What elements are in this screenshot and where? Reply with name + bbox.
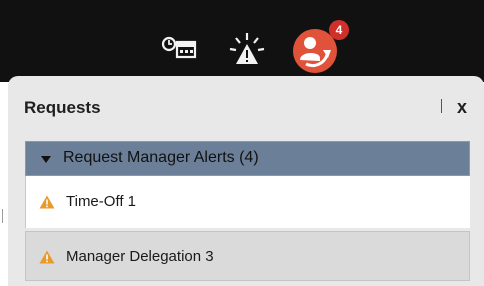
warning-icon (39, 250, 55, 264)
schedule-icon[interactable] (161, 36, 197, 60)
list-item-label: Time-Off 1 (66, 193, 137, 210)
list-item[interactable]: Manager Delegation 3 (25, 231, 470, 281)
list-item-label: Manager Delegation 3 (66, 248, 214, 265)
alert-icon[interactable] (227, 30, 267, 70)
requests-count-badge: 4 (329, 20, 349, 40)
header-divider (441, 99, 442, 113)
panel-title: Requests (24, 98, 101, 117)
left-edge-marker (2, 209, 3, 223)
list-item[interactable]: Time-Off 1 (25, 176, 470, 228)
top-bar: 4 (0, 0, 484, 82)
group-label: Request Manager Alerts (4) (63, 149, 259, 166)
caret-down-icon (41, 156, 51, 163)
group-header-request-manager-alerts[interactable]: Request Manager Alerts (4) (25, 141, 470, 176)
warning-icon (39, 195, 55, 209)
close-button[interactable]: x (457, 97, 467, 118)
